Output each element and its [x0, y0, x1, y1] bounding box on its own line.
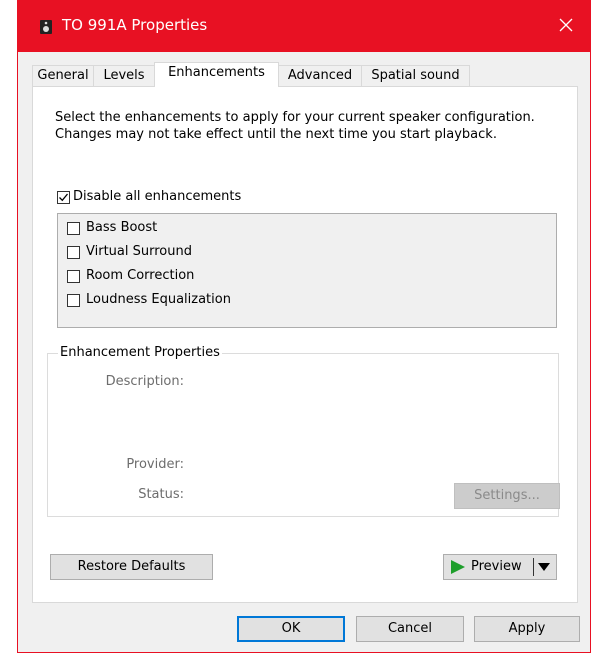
apply-button[interactable]: Apply — [474, 616, 580, 642]
provider-label: Provider: — [126, 457, 184, 472]
tab-general-label: General — [37, 68, 89, 83]
title-bar: TO 991A Properties — [18, 0, 590, 52]
bass-boost-label[interactable]: Bass Boost — [86, 220, 157, 235]
preview-label: Preview — [471, 559, 522, 574]
status-label: Status: — [138, 487, 184, 502]
enhancements-description: Select the enhancements to apply for you… — [55, 110, 535, 142]
restore-defaults-button[interactable]: Restore Defaults — [50, 554, 213, 580]
tab-general[interactable]: General — [32, 65, 94, 86]
speaker-icon — [40, 20, 52, 34]
enhancement-properties-legend: Enhancement Properties — [58, 345, 222, 360]
description-label: Description: — [105, 374, 184, 389]
room-correction-checkbox[interactable] — [67, 270, 80, 283]
cancel-button[interactable]: Cancel — [356, 616, 464, 642]
disable-all-label[interactable]: Disable all enhancements — [73, 189, 241, 204]
enhancements-panel: Select the enhancements to apply for you… — [32, 86, 578, 603]
virtual-surround-checkbox[interactable] — [67, 246, 80, 259]
bass-boost-checkbox[interactable] — [67, 222, 80, 235]
tab-advanced[interactable]: Advanced — [278, 65, 362, 86]
properties-window: TO 991A Properties General Levels Enhanc… — [17, 0, 591, 653]
ok-button[interactable]: OK — [237, 616, 345, 642]
tab-spatial-sound-label: Spatial sound — [371, 68, 460, 83]
room-correction-label[interactable]: Room Correction — [86, 268, 194, 283]
enhancements-list: Bass Boost Virtual Surround Room Correct… — [57, 213, 557, 328]
preview-button[interactable]: Preview — [443, 554, 557, 580]
settings-button: Settings... — [454, 483, 560, 509]
close-icon — [559, 18, 573, 32]
enhancement-properties-group: Enhancement Properties Description: Prov… — [47, 345, 560, 517]
tab-spatial-sound[interactable]: Spatial sound — [361, 65, 470, 86]
close-button[interactable] — [548, 10, 584, 40]
tab-levels[interactable]: Levels — [93, 65, 155, 86]
play-icon — [451, 560, 465, 574]
dropdown-arrow-icon[interactable] — [538, 563, 550, 571]
split-divider — [533, 558, 534, 576]
window-title: TO 991A Properties — [62, 16, 208, 34]
tab-advanced-label: Advanced — [287, 68, 353, 83]
tab-enhancements[interactable]: Enhancements — [154, 62, 279, 87]
virtual-surround-label[interactable]: Virtual Surround — [86, 244, 192, 259]
tab-levels-label: Levels — [103, 68, 145, 83]
checkmark-icon — [59, 193, 69, 202]
tab-enhancements-label: Enhancements — [168, 65, 265, 80]
loudness-equalization-label[interactable]: Loudness Equalization — [86, 292, 231, 307]
disable-all-checkbox[interactable] — [57, 191, 70, 204]
loudness-equalization-checkbox[interactable] — [67, 294, 80, 307]
